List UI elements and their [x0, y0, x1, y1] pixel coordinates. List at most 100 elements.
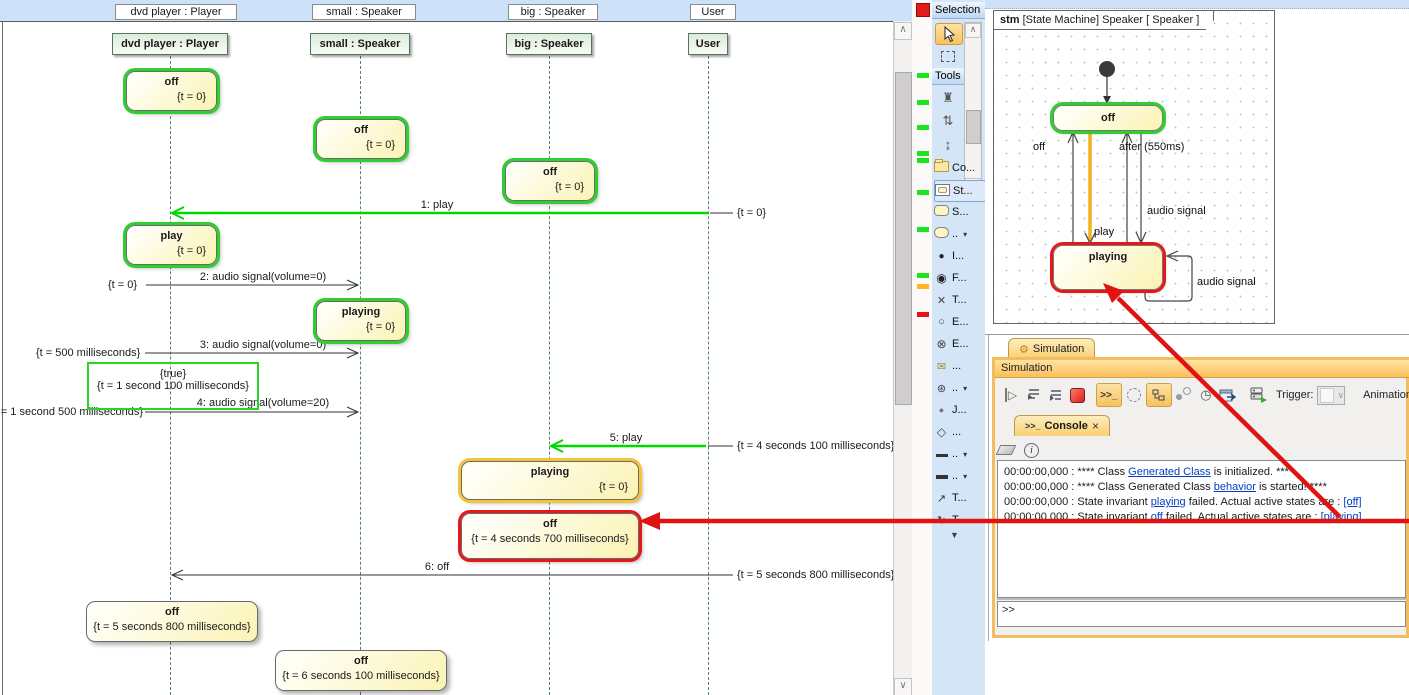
- lifeline-big-speaker[interactable]: [549, 56, 550, 695]
- export-button[interactable]: [1218, 384, 1238, 406]
- header-label-user[interactable]: User: [690, 4, 736, 20]
- palette-item-fork[interactable]: ..: [934, 444, 984, 464]
- simulation-options-button[interactable]: [1124, 384, 1144, 406]
- state-invariant-small-off-2[interactable]: off {t = 6 seconds 100 milliseconds}: [275, 650, 447, 691]
- palette-tools-header[interactable]: Tools: [932, 68, 964, 85]
- server-console-button[interactable]: [1248, 384, 1268, 406]
- info-icon[interactable]: i: [1024, 443, 1039, 458]
- lifeline-head-user[interactable]: User: [688, 33, 728, 55]
- palette-item-join[interactable]: ..: [934, 466, 984, 486]
- transition-label-self-audio-signal[interactable]: audio signal: [1197, 276, 1256, 288]
- log-link[interactable]: behavior: [1214, 481, 1256, 493]
- message-label-2[interactable]: 2: audio signal(volume=0): [200, 271, 326, 283]
- transition-label-off[interactable]: off: [1033, 141, 1045, 153]
- palette-item-state-machine[interactable]: St...: [934, 180, 986, 202]
- state-invariant-big-off-1[interactable]: off {t = 0}: [505, 161, 595, 201]
- header-label-small-speaker[interactable]: small : Speaker: [312, 4, 416, 20]
- transition-label-audio-signal[interactable]: audio signal: [1147, 205, 1206, 217]
- log-link[interactable]: Generated Class: [1128, 466, 1211, 478]
- scroll-up-button[interactable]: ∧: [894, 22, 912, 40]
- state-invariant-big-playing[interactable]: playing {t = 0}: [461, 461, 639, 500]
- message-label-1[interactable]: 1: play: [421, 199, 453, 211]
- palette-item-transition[interactable]: ↗ T...: [934, 488, 984, 508]
- ruler-mark-green[interactable]: [917, 73, 929, 78]
- state-invariant-big-off-failed[interactable]: off {t = 4 seconds 700 milliseconds}: [461, 513, 639, 559]
- shrink-vertical-button[interactable]: ⇅: [935, 111, 961, 131]
- stamp-tool-button[interactable]: ♜: [935, 88, 961, 108]
- breakpoints-button[interactable]: [1174, 384, 1194, 406]
- palette-more-button[interactable]: ▼: [950, 530, 959, 540]
- sequence-diagram-canvas[interactable]: dvd player : Player small : Speaker big …: [0, 0, 893, 695]
- step-into-button[interactable]: [1023, 384, 1043, 406]
- state-invariant-small-playing[interactable]: playing {t = 0}: [316, 301, 406, 341]
- palette-item-choice[interactable]: ◇ ...: [934, 422, 984, 442]
- ruler-mark-green[interactable]: [917, 273, 929, 278]
- log-link[interactable]: [off]: [1343, 496, 1361, 508]
- scrollbar-thumb[interactable]: [895, 72, 912, 405]
- palette-item-composite-state[interactable]: ..: [934, 224, 984, 244]
- console-output[interactable]: 00:00:00,000 : **** Class Generated Clas…: [997, 460, 1406, 598]
- palette-item-containment[interactable]: Co...: [934, 158, 984, 178]
- console-toggle-button[interactable]: >>_: [1096, 383, 1122, 407]
- expand-vertical-button[interactable]: ↨: [935, 134, 961, 154]
- stm-state-playing[interactable]: playing: [1053, 245, 1163, 290]
- palette-item-transition-to-self[interactable]: ↻ T...: [934, 510, 984, 530]
- palette-item-initial[interactable]: ● I...: [934, 246, 984, 266]
- lifeline-head-dvd-player[interactable]: dvd player : Player: [112, 33, 228, 55]
- log-link[interactable]: off: [1151, 511, 1163, 523]
- ruler-mark-green[interactable]: [917, 190, 929, 195]
- ruler-mark-green[interactable]: [917, 158, 929, 163]
- simulation-window-header[interactable]: Simulation: [995, 360, 1409, 378]
- state-invariant-dvd-off-1[interactable]: off {t = 0}: [126, 71, 217, 111]
- lifeline-head-small-speaker[interactable]: small : Speaker: [310, 33, 410, 55]
- log-link[interactable]: playing: [1151, 496, 1186, 508]
- palette-item-junction[interactable]: ● J...: [934, 400, 984, 420]
- palette-selection-header[interactable]: Selection: [932, 2, 985, 19]
- header-label-dvd-player[interactable]: dvd player : Player: [115, 4, 237, 20]
- palette-scroll-thumb[interactable]: [966, 110, 981, 144]
- clear-console-icon[interactable]: [996, 445, 1017, 455]
- ruler-mark-green[interactable]: [917, 125, 929, 130]
- tab-console[interactable]: >>_ Console ×: [1014, 415, 1110, 436]
- clock-button[interactable]: ◷: [1196, 384, 1216, 406]
- run-button[interactable]: ▷: [1001, 384, 1021, 406]
- step-over-button[interactable]: [1045, 384, 1065, 406]
- duration-constraint[interactable]: {true} {t = 1 second 100 milliseconds}: [87, 362, 259, 410]
- ruler-mark-orange[interactable]: [917, 284, 929, 289]
- message-label-6[interactable]: 6: off: [425, 561, 449, 573]
- console-input[interactable]: >>: [997, 601, 1406, 627]
- palette-item-terminate[interactable]: ✕ T...: [934, 290, 984, 310]
- message-label-5[interactable]: 5: play: [610, 432, 642, 444]
- ruler-mark-green[interactable]: [917, 151, 929, 156]
- palette-item-state[interactable]: S...: [934, 202, 984, 222]
- palette-item-exit-point[interactable]: ⊗ E...: [934, 334, 984, 354]
- palette-scroll-up[interactable]: ∧: [965, 23, 981, 38]
- selection-tool-button[interactable]: [935, 23, 963, 45]
- tab-simulation[interactable]: ⚙ Simulation: [1008, 338, 1095, 359]
- palette-item-entry-point[interactable]: ○ E...: [934, 312, 984, 332]
- state-invariant-small-off-1[interactable]: off {t = 0}: [316, 119, 406, 159]
- variables-toggle-button[interactable]: [1146, 383, 1172, 407]
- state-invariant-dvd-play[interactable]: play {t = 0}: [126, 225, 217, 265]
- ruler-mark-red[interactable]: [917, 312, 929, 317]
- trigger-combobox[interactable]: ∨: [1317, 386, 1345, 405]
- lifeline-head-big-speaker[interactable]: big : Speaker: [506, 33, 592, 55]
- transition-label-after[interactable]: after (550ms): [1119, 141, 1184, 153]
- close-icon[interactable]: ×: [1092, 419, 1099, 433]
- palette-item-history[interactable]: ⊛ ..: [934, 378, 984, 398]
- scroll-down-button[interactable]: ∨: [894, 678, 912, 695]
- lifeline-user[interactable]: [708, 56, 709, 695]
- marquee-select-button[interactable]: [935, 46, 961, 66]
- palette-item-final[interactable]: ◉ F...: [934, 268, 984, 288]
- transition-label-play[interactable]: play: [1094, 226, 1114, 238]
- state-invariant-dvd-off-2[interactable]: off {t = 5 seconds 800 milliseconds}: [86, 601, 258, 642]
- log-link[interactable]: [playing]: [1321, 511, 1362, 523]
- ruler-mark-green[interactable]: [917, 100, 929, 105]
- ruler-mark-green[interactable]: [917, 227, 929, 232]
- stm-state-off[interactable]: off: [1053, 105, 1163, 131]
- message-label-3[interactable]: 3: audio signal(volume=0): [200, 339, 326, 351]
- palette-item-signal[interactable]: ✉ ...: [934, 356, 984, 376]
- stop-button[interactable]: [1067, 384, 1087, 406]
- header-label-big-speaker[interactable]: big : Speaker: [508, 4, 598, 20]
- error-indicator-square[interactable]: [916, 3, 930, 17]
